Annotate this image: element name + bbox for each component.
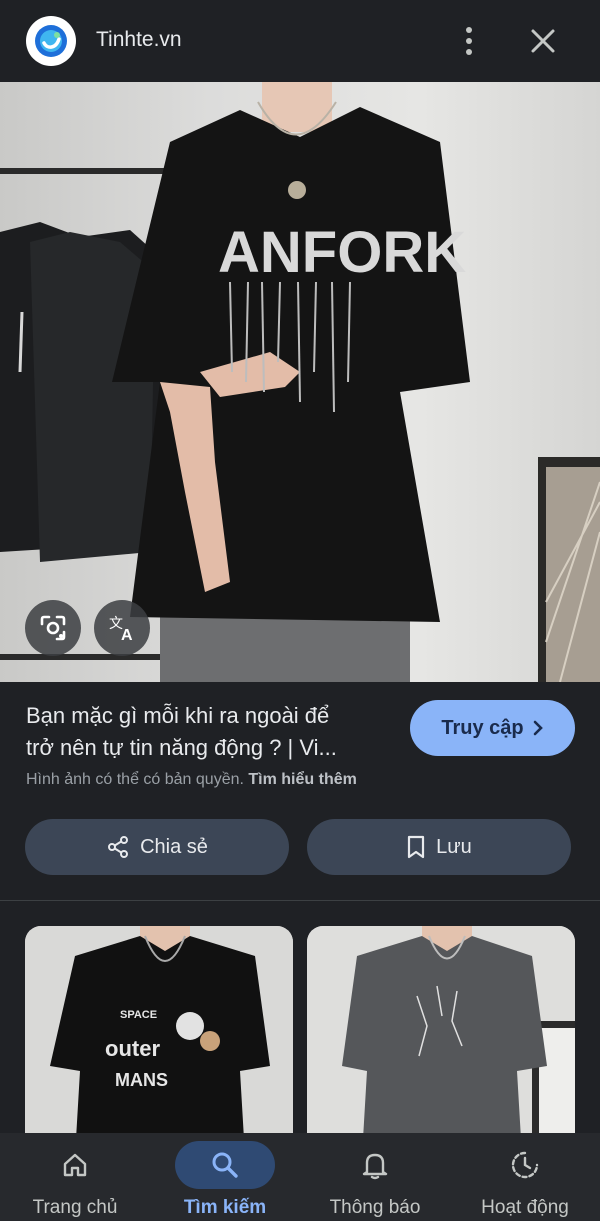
main-product-image[interactable]: ANFORK 文 A bbox=[0, 82, 600, 682]
save-label: Lưu bbox=[436, 835, 472, 858]
result-title-line-2: trở nên tự tin năng động ? | Vi... bbox=[26, 735, 337, 760]
more-vertical-icon bbox=[466, 27, 472, 55]
chevron-right-icon bbox=[533, 720, 543, 736]
close-button[interactable] bbox=[526, 24, 560, 58]
bookmark-icon bbox=[408, 835, 425, 859]
close-icon bbox=[531, 29, 555, 53]
share-button[interactable]: Chia sẻ bbox=[25, 819, 289, 875]
copyright-notice: Hình ảnh có thể có bản quyền. Tìm hiểu t… bbox=[26, 771, 357, 789]
share-label: Chia sẻ bbox=[140, 835, 208, 858]
more-options-button[interactable] bbox=[455, 24, 483, 58]
nav-label-notifications: Thông báo bbox=[329, 1197, 421, 1218]
thumb-print-text-2: outer bbox=[105, 1036, 160, 1061]
learn-more-link[interactable]: Tìm hiểu thêm bbox=[248, 771, 356, 788]
bell-icon bbox=[362, 1153, 388, 1180]
svg-text:A: A bbox=[121, 627, 133, 644]
tinhte-logo-icon bbox=[26, 16, 76, 66]
section-divider bbox=[0, 900, 600, 901]
google-lens-button[interactable] bbox=[25, 600, 81, 656]
save-button[interactable]: Lưu bbox=[307, 819, 571, 875]
copyright-text: Hình ảnh có thể có bản quyền. bbox=[26, 771, 244, 788]
nav-label-activity: Hoạt động bbox=[481, 1197, 569, 1218]
black-tshirt-thumbnail: SPACE outer MANS bbox=[25, 926, 293, 1156]
translate-button[interactable]: 文 A bbox=[94, 600, 150, 656]
nav-label-home: Trang chủ bbox=[32, 1197, 118, 1218]
related-image-2[interactable] bbox=[307, 926, 575, 1156]
nav-item-home[interactable]: Trang chủ bbox=[0, 1133, 150, 1221]
nav-label-search: Tìm kiếm bbox=[183, 1197, 267, 1218]
related-image-1[interactable]: SPACE outer MANS bbox=[25, 926, 293, 1156]
translate-icon: 文 A bbox=[109, 616, 133, 644]
thumb-print-text-1: SPACE bbox=[120, 1009, 157, 1021]
search-icon bbox=[212, 1152, 238, 1178]
tshirt-photo: ANFORK bbox=[0, 82, 600, 682]
visit-button[interactable]: Truy cập bbox=[410, 700, 575, 756]
activity-icon bbox=[511, 1151, 539, 1179]
nav-item-activity[interactable]: Hoạt động bbox=[450, 1133, 600, 1221]
result-title-link[interactable]: Bạn mặc gì mỗi khi ra ngoài để trở nên t… bbox=[26, 700, 386, 764]
share-icon bbox=[108, 836, 129, 858]
top-bar: Tinhte.vn bbox=[0, 0, 600, 82]
bottom-navigation: Trang chủ Tìm kiếm Thông báo Hoạt động bbox=[0, 1133, 600, 1221]
visit-button-label: Truy cập bbox=[441, 716, 524, 739]
site-title: Tinhte.vn bbox=[96, 28, 182, 51]
nav-item-search[interactable]: Tìm kiếm bbox=[150, 1133, 300, 1221]
gray-tshirt-thumbnail bbox=[307, 926, 575, 1156]
result-title-line-1: Bạn mặc gì mỗi khi ra ngoài để bbox=[26, 703, 330, 728]
nav-item-notifications[interactable]: Thông báo bbox=[300, 1133, 450, 1221]
shirt-print-text: ANFORK bbox=[218, 220, 466, 285]
google-lens-icon bbox=[40, 615, 66, 641]
home-icon bbox=[63, 1153, 87, 1177]
thumb-print-text-3: MANS bbox=[115, 1070, 168, 1090]
